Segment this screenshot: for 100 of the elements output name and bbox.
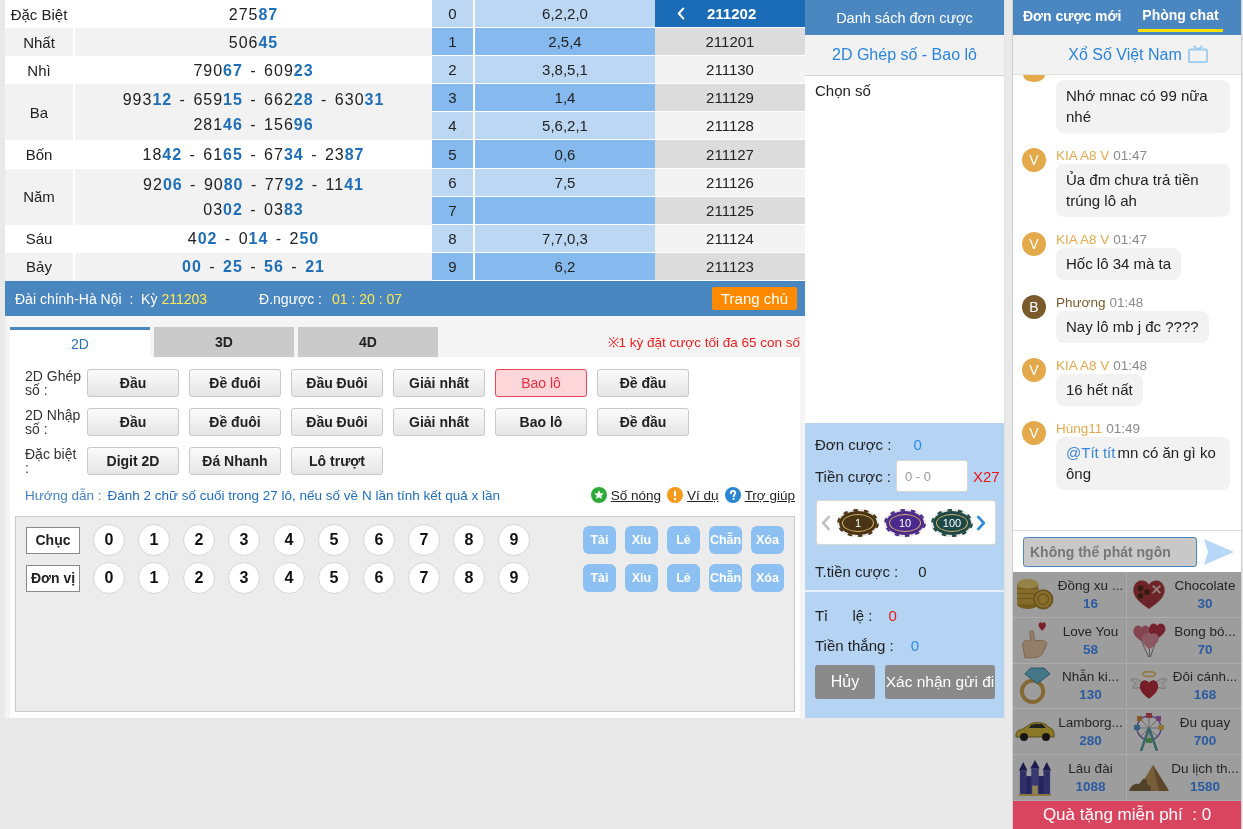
bet-type-button[interactable]: Đề đuôi — [189, 408, 281, 436]
gift-name: Chocolate — [1174, 576, 1236, 595]
chevron-right-icon[interactable] — [976, 514, 986, 531]
tab[interactable]: 4D — [298, 327, 438, 357]
question-icon — [724, 487, 741, 503]
digit-button[interactable]: 1 — [138, 562, 170, 594]
message-bubble: 16 hết nất — [1056, 374, 1143, 406]
guide-label: Hướng dẫn : — [25, 487, 102, 503]
free-gifts-banner: Quà tặng miễn phí : 0 — [1013, 801, 1241, 829]
tail-digits-cell: 5,6,2,1 — [475, 112, 655, 140]
tab[interactable]: Đơn cược mới — [1017, 0, 1128, 35]
digit-button[interactable]: 6 — [363, 562, 395, 594]
bet-type-button[interactable]: Đá Nhanh — [189, 447, 281, 475]
period-item[interactable]: 211126 — [655, 168, 805, 197]
bet-type-button[interactable]: Đầu Đuôi — [291, 369, 383, 397]
bet-type-button[interactable]: Đề đầu — [597, 369, 689, 397]
tab[interactable]: 2D — [10, 327, 150, 357]
digit-button[interactable]: 8 — [453, 524, 485, 556]
tv-icon — [1187, 45, 1208, 64]
heart-balloons-icon — [1131, 622, 1167, 659]
bet-type-button[interactable]: Đầu — [87, 408, 179, 436]
period-number: 211203 — [161, 290, 208, 307]
period-item[interactable]: 211127 — [655, 140, 805, 169]
digit-button[interactable]: 0 — [93, 524, 125, 556]
gift-item[interactable]: Đu quay 700 — [1127, 709, 1241, 756]
gift-item[interactable]: Bong bó... 70 — [1127, 617, 1241, 664]
user-avatar: V — [1022, 148, 1046, 172]
tail-digits-cell: 7,7,0,3 — [475, 224, 655, 252]
order-count-label: Đơn cược : — [815, 435, 892, 453]
digit-button[interactable]: 9 — [498, 524, 530, 556]
period-item[interactable]: 211125 — [655, 196, 805, 225]
message-time: 01:47 — [1113, 148, 1148, 163]
head-digit-cell: 0 — [432, 0, 475, 28]
stake-field[interactable]: 0 - 0 — [896, 460, 968, 492]
gift-item[interactable]: Đồng xu ... 16 — [1013, 572, 1127, 618]
digit-button[interactable]: 0 — [93, 562, 125, 594]
bet-type-button[interactable]: Đầu Đuôi — [291, 408, 383, 436]
bet-type-button[interactable]: Đề đuôi — [189, 369, 281, 397]
gift-item[interactable]: Love You 58 — [1013, 617, 1127, 664]
user-name: KIA A8 V — [1056, 358, 1110, 373]
exclamation-icon — [667, 487, 684, 503]
total-amount: 0 — [918, 562, 927, 580]
gift-item[interactable]: Chocolate 30 — [1127, 572, 1241, 618]
gift-name: Love You — [1062, 622, 1119, 641]
tab[interactable]: 3D — [154, 327, 294, 357]
period-item[interactable]: 211124 — [655, 224, 805, 253]
user-name: Hùng11 — [1056, 421, 1103, 436]
bet-type-button[interactable]: Giải nhất — [393, 408, 485, 436]
bet-type-button[interactable]: Digit 2D — [87, 447, 179, 475]
digit-button[interactable]: 4 — [273, 524, 305, 556]
guide-text: Đánh 2 chữ số cuối trong 27 lô, nếu số về N lần tính kết quả x lần — [107, 487, 500, 503]
message-bubble: Hốc lô 34 mà ta — [1056, 248, 1182, 280]
position-button[interactable]: Chục — [26, 526, 80, 554]
period-item[interactable]: 211202 — [655, 0, 805, 29]
digit-button[interactable]: 4 — [273, 562, 305, 594]
bet-type-button[interactable]: Bao lô — [495, 408, 587, 436]
castle-icon — [1018, 759, 1052, 797]
group-label: Đặc biệt : — [25, 447, 78, 475]
period-item[interactable]: 211129 — [655, 84, 805, 113]
tab[interactable]: Phòng chat — [1138, 0, 1223, 32]
digit-button[interactable]: 8 — [453, 562, 485, 594]
gift-item[interactable]: Du lịch th... 1580 — [1127, 755, 1241, 801]
bet-type-button[interactable]: Lô trượt — [291, 447, 383, 475]
station-label: Đài chính-Hà Nội : Kỳ — [15, 290, 158, 307]
help-link[interactable]: Trợ giúp — [744, 487, 795, 503]
gift-price: 700 — [1193, 732, 1217, 750]
bet-type-button[interactable]: Giải nhất — [393, 369, 485, 397]
position-button[interactable]: Đơn vị — [26, 564, 80, 592]
gift-item[interactable]: Đôi cánh... 168 — [1127, 663, 1241, 710]
help-link[interactable]: Ví dụ — [687, 487, 719, 503]
prize-numbers: 9206 - 9080 - 7792 - 1141 0302 - 0383 — [75, 168, 432, 225]
gift-item[interactable]: Lâu đài 1088 — [1013, 755, 1127, 801]
help-link[interactable]: Số nóng — [610, 487, 662, 503]
digit-button[interactable]: 9 — [498, 562, 530, 594]
user-avatar: V — [1022, 358, 1046, 382]
chip-button[interactable]: 1 — [837, 508, 879, 537]
digit-button[interactable]: 7 — [408, 562, 440, 594]
bet-type-button[interactable]: Đầu — [87, 369, 179, 397]
gift-item[interactable]: Lamborg... 280 — [1013, 709, 1127, 756]
digit-button[interactable]: 6 — [363, 524, 395, 556]
digit-button[interactable]: 3 — [228, 524, 260, 556]
period-item[interactable]: 211201 — [655, 28, 805, 57]
period-item[interactable]: 211123 — [655, 252, 805, 281]
gift-name: Lâu đài — [1068, 760, 1113, 779]
digit-button[interactable]: 2 — [183, 562, 215, 594]
period-item[interactable]: 211130 — [655, 56, 805, 85]
bet-type-button[interactable]: Đề đầu — [597, 408, 689, 436]
digit-button[interactable]: 2 — [183, 524, 215, 556]
message-time: 01:48 — [1109, 295, 1144, 310]
limit-note: ※1 kỳ đặt cược tối đa 65 con số — [607, 334, 800, 351]
digit-button[interactable]: 3 — [228, 562, 260, 594]
digit-button[interactable]: 1 — [138, 524, 170, 556]
digit-button[interactable]: 7 — [408, 524, 440, 556]
user-name: KIA A8 V — [1056, 148, 1110, 163]
digit-button[interactable]: 5 — [318, 562, 350, 594]
digit-button[interactable]: 5 — [318, 524, 350, 556]
chip-button[interactable]: 100 — [931, 508, 973, 537]
chip-button[interactable]: 10 — [884, 508, 926, 537]
gift-item[interactable]: Nhẫn ki... 130 — [1013, 663, 1127, 710]
period-item[interactable]: 211128 — [655, 112, 805, 141]
